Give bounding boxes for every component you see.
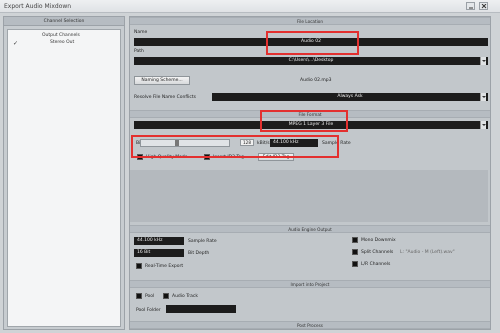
minimize-button[interactable] [466, 2, 475, 10]
channel-item-stereo-out[interactable]: Stereo Out [50, 40, 74, 45]
minimize-icon [469, 7, 473, 9]
pool-checkbox[interactable] [136, 293, 142, 299]
channel-selection-header: Channel Selection [4, 17, 124, 26]
window-titlebar: Export Audio Mixdown [0, 0, 500, 13]
highlight-bit-rate-row [131, 135, 339, 158]
audio-track-checkbox[interactable] [163, 293, 169, 299]
split-channels-label: Split Channels [361, 250, 394, 255]
audio-track-label: Audio Track [172, 294, 198, 299]
channel-selection-panel: Channel Selection Output Channels ✓ Ster… [3, 16, 125, 330]
channel-list: Output Channels ✓ Stereo Out [7, 29, 121, 327]
engine-bit-depth-value: 16 Bit [137, 250, 151, 255]
path-dropdown-arrow-icon[interactable] [480, 57, 486, 65]
engine-sample-rate-label: Sample Rate [188, 239, 217, 244]
engine-sample-rate-value: 44.100 kHz [137, 238, 163, 243]
path-input[interactable]: C:\Users\...\Desktop [134, 57, 488, 65]
split-channels-checkbox[interactable] [352, 249, 358, 255]
format-options-area [130, 170, 488, 222]
mono-downmix-checkbox[interactable] [352, 237, 358, 243]
file-format-arrow-icon[interactable] [480, 121, 486, 129]
close-button[interactable] [479, 2, 488, 10]
window-title: Export Audio Mixdown [4, 3, 72, 10]
import-project-header: Import into Project [130, 280, 490, 288]
engine-bit-depth-label: Bit Depth [188, 251, 210, 256]
check-icon[interactable]: ✓ [13, 40, 18, 47]
naming-scheme-button[interactable]: Naming Scheme... [134, 76, 190, 85]
file-name-preview: Audio 02.mp3 [300, 78, 332, 83]
path-label: Path [134, 49, 144, 54]
name-label: Name [134, 30, 148, 35]
post-process-header: Post Process [130, 321, 490, 329]
close-icon [481, 4, 487, 9]
highlight-name-field [266, 31, 359, 55]
pool-folder-select[interactable] [166, 305, 236, 313]
pool-folder-label: Pool Folder [136, 308, 161, 313]
real-time-export-checkbox[interactable] [136, 263, 142, 269]
lr-channels-checkbox[interactable] [352, 261, 358, 267]
channel-item-output-channels[interactable]: Output Channels [42, 33, 80, 38]
engine-sample-rate-select[interactable]: 44.100 kHz [134, 237, 184, 245]
resolve-conflicts-label: Resolve File Name Conflicts [134, 95, 196, 100]
lr-channels-label: L/R Channels [361, 262, 391, 267]
file-location-header: File Location [130, 17, 490, 25]
split-channels-hint: L: "Audio - M (Left).wav" [400, 250, 455, 255]
audio-engine-header: Audio Engine Output [130, 225, 490, 233]
resolve-conflicts-value: Always Ask [337, 94, 363, 99]
highlight-file-format [260, 110, 348, 132]
pool-label: Pool [145, 294, 155, 299]
path-value: C:\Users\...\Desktop [288, 58, 334, 63]
resolve-conflicts-arrow-icon[interactable] [480, 93, 486, 101]
mono-downmix-label: Mono Downmix [361, 238, 396, 243]
resolve-conflicts-select[interactable]: Always Ask [212, 93, 488, 101]
real-time-export-label: Real-Time Export [145, 264, 184, 269]
engine-bit-depth-select[interactable]: 16 Bit [134, 249, 184, 257]
